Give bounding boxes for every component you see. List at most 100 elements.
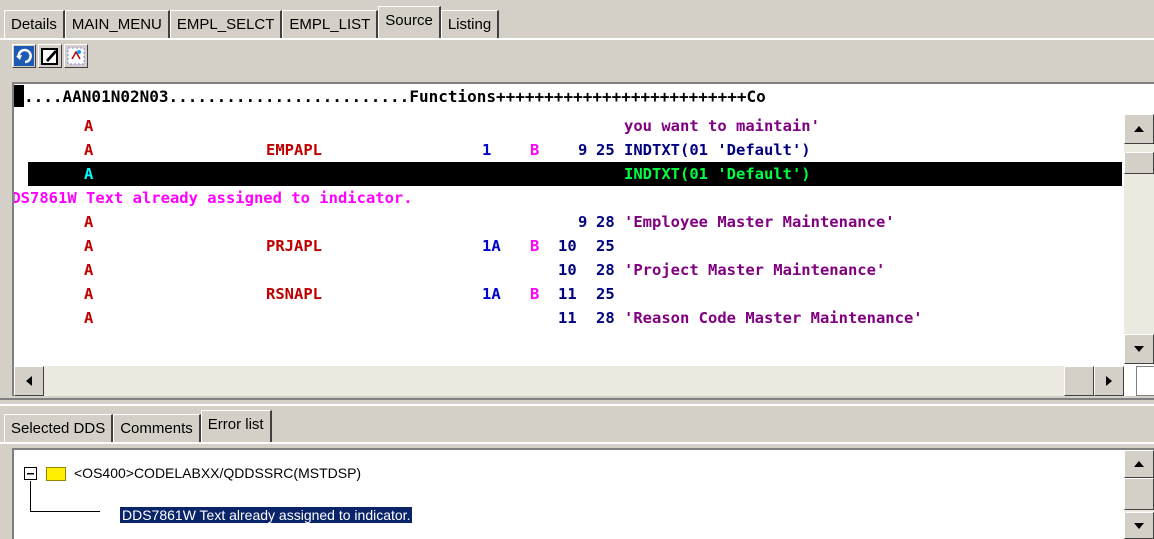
collapse-toggle[interactable]	[24, 467, 37, 480]
error-tree-item-selected[interactable]: DDS7861W Text already assigned to indica…	[120, 507, 413, 523]
field-usage: B	[530, 285, 540, 303]
top-tab-strip: Details MAIN_MENU EMPL_SELCT EMPL_LIST S…	[4, 6, 500, 38]
spec-type: A	[84, 165, 94, 183]
code-line[interactable]: A PRJAPL 1A B 10 25	[14, 234, 1124, 258]
field-name: EMPAPL	[266, 141, 322, 159]
selected-code-line[interactable]: A INDTXT(01 'Default')	[28, 162, 1122, 186]
editor-vertical-scrollbar[interactable]	[1124, 114, 1154, 364]
tab-error-list[interactable]: Error list	[200, 410, 272, 442]
tab-selected-dds[interactable]: Selected DDS	[4, 414, 114, 442]
folder-icon	[46, 467, 66, 481]
field-column: 28	[596, 261, 615, 279]
field-row: 10	[558, 261, 577, 279]
error-message-line[interactable]: DDS7861W Text already assigned to indica…	[14, 186, 1112, 210]
scroll-down-button[interactable]	[1124, 512, 1154, 539]
scroll-down-button[interactable]	[1124, 334, 1154, 364]
minus-icon	[27, 473, 34, 475]
arrow-up-icon	[1134, 461, 1144, 467]
field-column: 25	[596, 285, 615, 303]
scroll-thumb-horizontal[interactable]	[1064, 366, 1094, 396]
error-list-panel[interactable]: <OS400>CODELABXX/QDDSSRC(MSTDSP) DDS7861…	[12, 448, 1154, 539]
field-length: 1A	[482, 237, 501, 255]
code-line[interactable]: A you want to maintain'	[14, 114, 1124, 138]
spec-type: A	[84, 285, 94, 303]
scroll-up-button[interactable]	[1124, 450, 1154, 478]
editor-horizontal-scrollbar[interactable]	[14, 366, 1124, 396]
tree-connector	[30, 511, 100, 512]
functions-text: 'Employee Master Maintenance'	[624, 213, 895, 231]
tab-label: Selected DDS	[11, 420, 106, 437]
arrow-down-icon	[1134, 346, 1144, 352]
field-usage: B	[530, 237, 540, 255]
error-list-scrollbar[interactable]	[1124, 450, 1154, 539]
scroll-left-button[interactable]	[14, 366, 44, 396]
tab-main-menu[interactable]: MAIN_MENU	[64, 10, 170, 38]
spec-type: A	[84, 261, 94, 279]
spec-type: A	[84, 237, 94, 255]
column-ruler: ....AAN01N02N03.........................…	[14, 84, 1154, 110]
ruler-cursor	[14, 85, 24, 107]
field-row: 10	[558, 237, 577, 255]
tab-divider	[0, 38, 1154, 40]
scroll-right-button[interactable]	[1094, 366, 1124, 396]
tab-label: Comments	[120, 420, 193, 437]
field-column: 28	[596, 309, 615, 327]
root-label: <OS400>CODELABXX/QDDSSRC(MSTDSP)	[74, 465, 362, 481]
tab-comments[interactable]: Comments	[113, 414, 201, 442]
scroll-thumb[interactable]	[1124, 478, 1154, 510]
code-line[interactable]: A EMPAPL 1 B 9 25 INDTXT(01 'Default')	[14, 138, 1124, 162]
tab-listing[interactable]: Listing	[440, 10, 500, 38]
field-column: 28	[596, 213, 615, 231]
panel-splitter[interactable]	[0, 398, 1154, 406]
spec-type: A	[84, 213, 94, 231]
prompt-button[interactable]	[64, 44, 88, 68]
error-tree-root[interactable]: <OS400>CODELABXX/QDDSSRC(MSTDSP)	[74, 465, 361, 481]
functions-text: INDTXT(01 'Default')	[624, 141, 811, 159]
field-row: 9	[578, 141, 588, 159]
refresh-button[interactable]	[12, 44, 36, 68]
scroll-corner	[1136, 366, 1154, 396]
tab-label: Details	[11, 16, 57, 33]
spec-type: A	[84, 141, 94, 159]
field-column: 25	[596, 141, 615, 159]
field-column: 25	[596, 237, 615, 255]
tree-connector	[30, 481, 31, 511]
arrow-right-icon	[1106, 376, 1112, 386]
spec-type: A	[84, 309, 94, 327]
field-name: RSNAPL	[266, 285, 322, 303]
code-line[interactable]: A RSNAPL 1A B 11 25	[14, 282, 1124, 306]
ruler-text: ....AAN01N02N03.........................…	[24, 87, 766, 106]
arrow-down-icon	[1134, 522, 1144, 529]
field-length: 1	[482, 141, 492, 159]
tab-label: Error list	[207, 416, 264, 433]
scroll-up-button[interactable]	[1124, 114, 1154, 144]
code-lines[interactable]: A you want to maintain' A EMPAPL 1 B 9 2…	[14, 114, 1124, 364]
scroll-thumb[interactable]	[1124, 152, 1154, 174]
arrow-left-icon	[26, 376, 32, 386]
tab-empl-selct[interactable]: EMPL_SELCT	[169, 10, 283, 38]
field-row: 9	[578, 213, 588, 231]
tab-source[interactable]: Source	[378, 6, 441, 38]
edit-button[interactable]	[38, 44, 62, 68]
tab-empl-list[interactable]: EMPL_LIST	[282, 10, 379, 38]
field-usage: B	[530, 141, 540, 159]
code-line[interactable]: A 9 28 'Employee Master Maintenance'	[14, 210, 1124, 234]
source-editor[interactable]: ....AAN01N02N03.........................…	[12, 82, 1154, 396]
field-row: 11	[558, 309, 577, 327]
field-name: PRJAPL	[266, 237, 322, 255]
field-row: 11	[558, 285, 577, 303]
functions-text: 'Project Master Maintenance'	[624, 261, 886, 279]
refresh-icon	[14, 46, 34, 66]
functions-text: you want to maintain'	[624, 117, 820, 135]
tab-label: EMPL_SELCT	[176, 16, 275, 33]
tab-label: MAIN_MENU	[71, 16, 162, 33]
spec-type: A	[84, 117, 94, 135]
edit-icon	[41, 48, 58, 65]
code-line[interactable]: A 10 28 'Project Master Maintenance'	[14, 258, 1124, 282]
tab-label: Listing	[447, 16, 492, 33]
functions-text: 'Reason Code Master Maintenance'	[624, 309, 923, 327]
code-line[interactable]: A 11 28 'Reason Code Master Maintenance'	[14, 306, 1124, 330]
bottom-tab-divider	[0, 442, 1154, 444]
tab-label: EMPL_LIST	[289, 16, 371, 33]
tab-details[interactable]: Details	[4, 10, 65, 38]
